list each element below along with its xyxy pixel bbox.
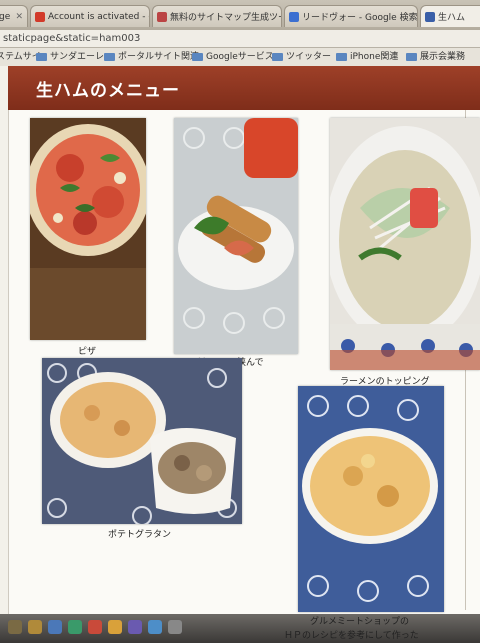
bookmark-item[interactable]: 展示会業務	[406, 48, 465, 66]
bookmark-item[interactable]: ツイッター	[272, 48, 331, 66]
app-icon[interactable]	[148, 620, 162, 634]
url-text: staticpage&static=ham003	[3, 33, 141, 44]
menu-caption: ピザ	[78, 347, 97, 357]
tab-5-active[interactable]: 生ハム	[420, 5, 480, 27]
address-bar[interactable]: staticpage&static=ham003	[0, 30, 480, 48]
gratin-photo[interactable]	[298, 386, 444, 612]
bookmark-label: 展示会業務	[420, 52, 466, 62]
tab-5-label: 生ハム	[438, 13, 466, 23]
bookmark-item[interactable]: Googleサービス	[192, 48, 274, 66]
potato-gratin-image	[42, 358, 242, 524]
pizza-photo[interactable]	[30, 118, 146, 340]
tab-4-label: リードヴォー - Google 検索	[302, 13, 418, 23]
app-icon[interactable]	[28, 620, 42, 634]
bookmark-label: サンダエーレ	[50, 52, 105, 62]
bookmark-label: Googleサービス	[206, 52, 274, 62]
gratin-image	[298, 386, 444, 612]
gmail-icon	[35, 11, 45, 22]
pizza-image	[30, 118, 146, 340]
folder-icon	[192, 53, 203, 61]
menu-caption: ポテトグラタン	[108, 530, 172, 540]
bookmark-item[interactable]: iPhone関連	[336, 48, 398, 66]
tab-3[interactable]: 無料のサイトマップ生成ツール ✕	[152, 5, 282, 27]
tab-2-label: Account is activated - gooh	[48, 11, 149, 22]
folder-icon	[406, 53, 417, 61]
tab-4[interactable]: リードヴォー - Google 検索 ✕	[284, 5, 418, 27]
bookmark-item[interactable]: ポータルサイト関連	[104, 48, 199, 66]
bookmark-label: ステムサイ	[0, 52, 41, 62]
site-icon	[157, 11, 167, 22]
page-icon	[425, 11, 435, 22]
app-icon[interactable]	[8, 620, 22, 634]
app-icon[interactable]	[108, 620, 122, 634]
screen: ge ✕ Account is activated - gooh ✕ 無料のサイ…	[0, 0, 480, 643]
bookmarks-bar: ステムサイ サンダエーレ ポータルサイト関連 Googleサービス ツイッター …	[0, 48, 480, 67]
app-icon[interactable]	[48, 620, 62, 634]
folder-icon	[336, 53, 347, 61]
folder-icon	[104, 53, 115, 61]
menu-caption: グルメミートショップの	[310, 617, 410, 627]
title-banner: 生ハムのメニュー	[8, 66, 480, 110]
bookmark-item[interactable]: ステムサイ	[0, 48, 41, 66]
baguette-photo[interactable]	[174, 118, 298, 354]
menu-caption: ＨＰのレシピを参考にして作った	[284, 631, 419, 641]
bookmark-label: ポータルサイト関連	[118, 52, 200, 62]
potato-gratin-photo[interactable]	[42, 358, 242, 524]
folder-icon	[36, 53, 47, 61]
app-icon[interactable]	[68, 620, 82, 634]
tab-2[interactable]: Account is activated - gooh ✕	[30, 5, 150, 27]
tab-3-label: 無料のサイトマップ生成ツール	[170, 13, 281, 23]
page-title: 生ハムのメニュー	[36, 81, 180, 101]
tab-bar: ge ✕ Account is activated - gooh ✕ 無料のサイ…	[0, 0, 480, 30]
folder-icon	[272, 53, 283, 61]
baguette-image	[174, 118, 298, 354]
close-icon[interactable]: ✕	[12, 12, 23, 22]
google-icon	[289, 11, 299, 22]
ramen-photo[interactable]	[330, 118, 480, 370]
bookmark-label: iPhone関連	[350, 52, 399, 62]
ramen-image	[330, 118, 480, 370]
app-icon[interactable]	[168, 620, 182, 634]
app-icon[interactable]	[128, 620, 142, 634]
tab-1[interactable]: ge ✕	[0, 5, 28, 27]
bookmark-label: ツイッター	[286, 52, 332, 62]
bookmark-item[interactable]: サンダエーレ	[36, 48, 104, 66]
app-icon[interactable]	[88, 620, 102, 634]
tab-1-label: ge	[0, 11, 11, 22]
